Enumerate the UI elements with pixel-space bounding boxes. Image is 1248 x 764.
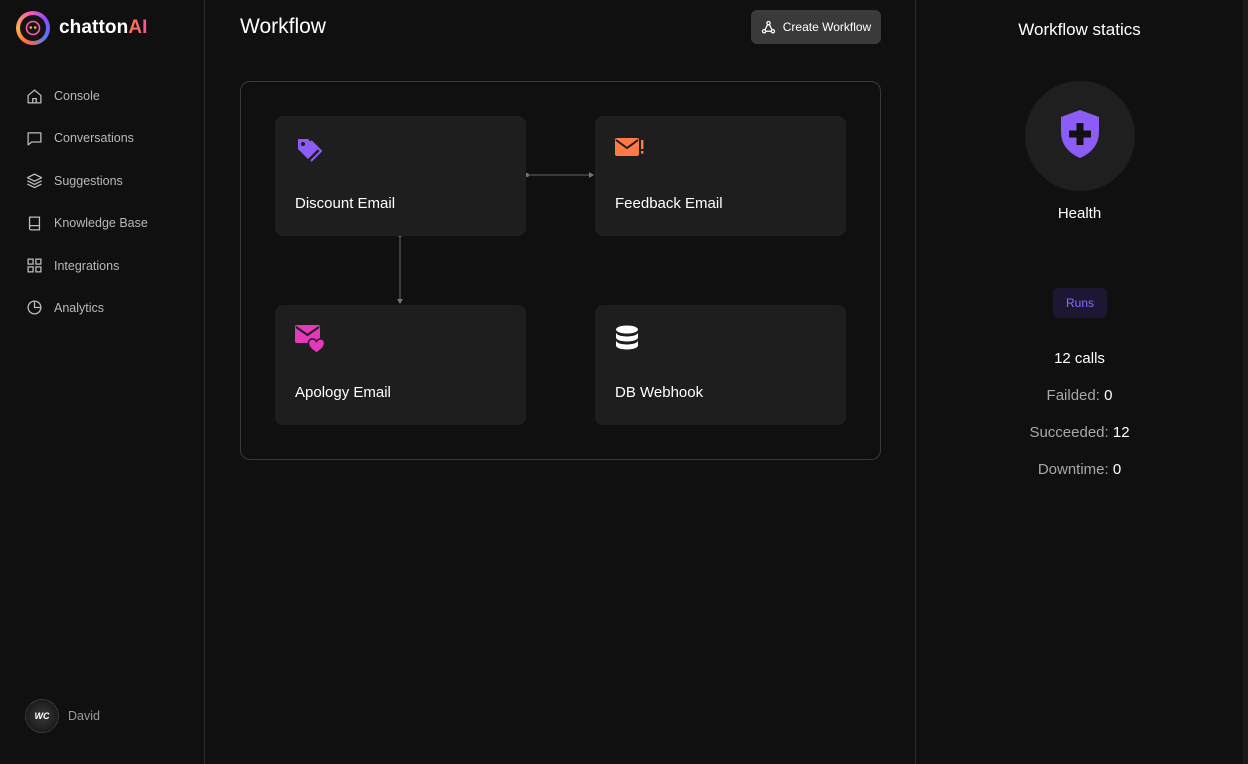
- downtime-value: 0: [1112, 461, 1122, 478]
- downtime-label: Downtime:: [1037, 461, 1109, 478]
- sidebar-item-conversations[interactable]: Conversations: [25, 127, 148, 149]
- workflow-node-label: Feedback Email: [615, 195, 723, 212]
- workflow-stats-panel: Workflow statics Health Runs 12 calls Fa…: [915, 0, 1243, 764]
- sidebar-item-integrations[interactable]: Integrations: [25, 255, 148, 277]
- workflow-node-db-webhook[interactable]: DB Webhook: [595, 305, 846, 425]
- grid-icon: [25, 257, 43, 275]
- create-workflow-button[interactable]: Create Workflow: [751, 10, 881, 44]
- sidebar-item-label: Console: [54, 89, 100, 103]
- user-name: David: [68, 709, 100, 723]
- sidebar-item-label: Analytics: [54, 300, 105, 315]
- workflow-node-discount-email[interactable]: Discount Email: [275, 116, 526, 236]
- workflow-edge-discount-feedback: [525, 172, 594, 178]
- create-workflow-label: Create Workflow: [782, 20, 872, 34]
- book-icon: [25, 214, 43, 232]
- failed-value: 0: [1104, 387, 1113, 404]
- mail-alert-icon: [615, 136, 645, 166]
- sidebar-item-label: Conversations: [54, 131, 134, 146]
- home-icon: [25, 87, 43, 105]
- workflow-node-label: DB Webhook: [615, 384, 704, 401]
- workflow-node-label: Discount Email: [295, 195, 396, 212]
- failed-stat: Failded: 0: [916, 387, 1243, 404]
- app-window: chattonAI Console Conversations Suggesti…: [0, 0, 1248, 764]
- downtime-stat: Downtime: 0: [916, 461, 1243, 478]
- calls-count: 12 calls: [1054, 350, 1105, 367]
- workflow-node-apology-email[interactable]: Apology Email: [275, 305, 526, 425]
- avatar: WC: [25, 699, 59, 733]
- runs-tab[interactable]: Runs: [1053, 288, 1107, 318]
- pie-chart-icon: [25, 299, 43, 317]
- workflow-node-feedback-email[interactable]: Feedback Email: [595, 116, 846, 236]
- sidebar-item-label: Suggestions: [54, 173, 123, 188]
- succeeded-stat: Succeeded: 12: [916, 424, 1243, 441]
- workflow-edge-discount-apology: [397, 233, 403, 304]
- layers-icon: [25, 172, 43, 190]
- sidebar-item-knowledge-base[interactable]: Knowledge Base: [25, 212, 148, 234]
- sidebar-item-suggestions[interactable]: Suggestions: [25, 170, 148, 192]
- scrollbar[interactable]: [1243, 0, 1248, 764]
- page-title: Workflow: [240, 15, 326, 38]
- workflow-node-label: Apology Email: [295, 384, 391, 401]
- failed-label: Failded:: [1046, 387, 1100, 404]
- sidebar-item-analytics[interactable]: Analytics: [25, 297, 148, 319]
- sidebar-nav: Console Conversations Suggestions Knowle…: [25, 85, 148, 339]
- health-label: Health: [1057, 205, 1102, 222]
- workflow-nodes-icon: [761, 20, 776, 35]
- sidebar: chattonAI Console Conversations Suggesti…: [0, 0, 205, 764]
- brand-name-suffix: AI: [128, 17, 148, 38]
- sidebar-item-label: Knowledge Base: [54, 216, 148, 231]
- succeeded-value: 12: [1112, 424, 1130, 441]
- user-profile[interactable]: WC David: [25, 699, 100, 733]
- health-indicator: [1025, 81, 1135, 191]
- tag-icon: [295, 136, 325, 166]
- chat-bubble-icon: [25, 129, 43, 147]
- brand-name: chattonAI: [59, 17, 148, 39]
- workflow-canvas: Discount Email Feedback Email Apology Em…: [240, 81, 881, 460]
- brand[interactable]: chattonAI: [16, 11, 148, 45]
- stats-title: Workflow statics: [1018, 20, 1141, 39]
- database-icon: [615, 325, 645, 355]
- sidebar-item-console[interactable]: Console: [25, 85, 148, 107]
- main-content: Workflow Create Workflow Discount Email …: [206, 0, 915, 764]
- brand-name-prefix: chatton: [59, 17, 129, 38]
- shield-plus-icon: [1058, 108, 1102, 165]
- sidebar-item-label: Integrations: [54, 258, 120, 273]
- succeeded-label: Succeeded:: [1029, 424, 1109, 441]
- mail-heart-icon: [295, 325, 326, 355]
- chatton-logo-icon: [16, 11, 50, 45]
